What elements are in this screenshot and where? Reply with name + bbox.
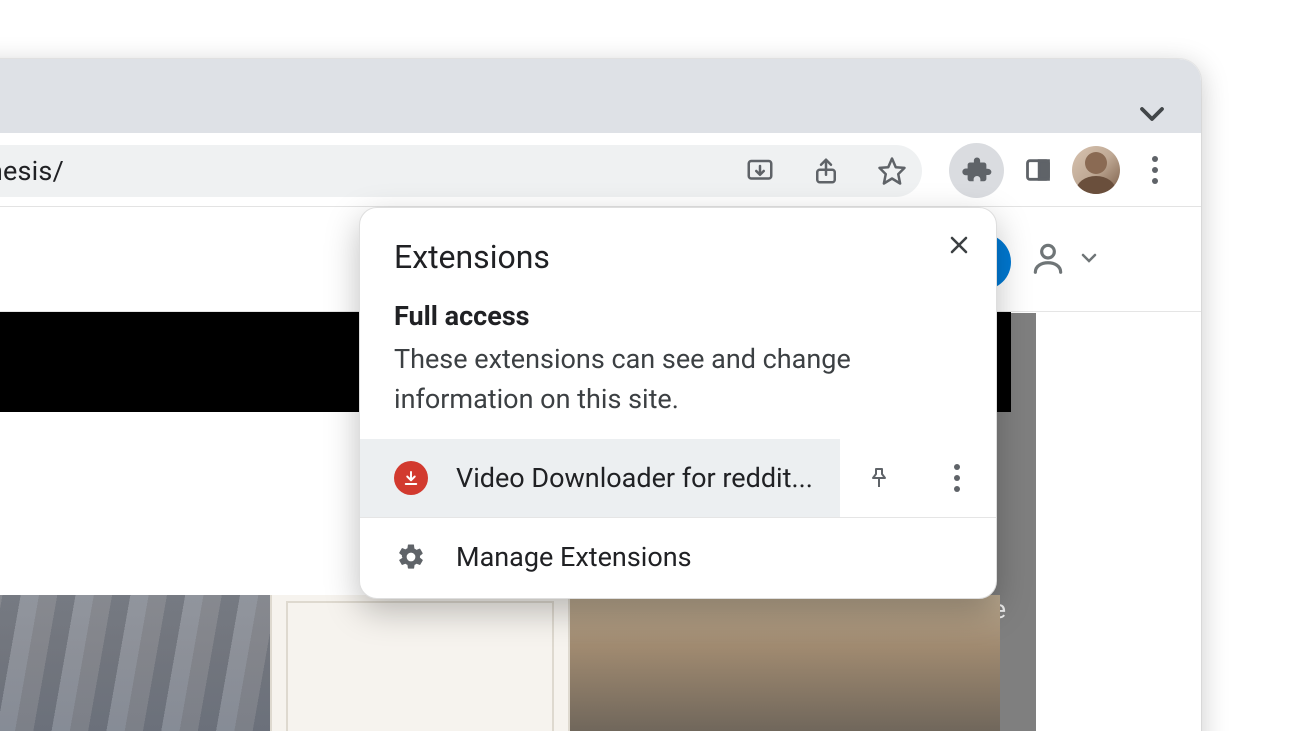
profile-avatar[interactable] (1072, 146, 1120, 194)
address-bar[interactable]: oa/gizmo_doing_battle_with_his_archnemes… (0, 145, 922, 197)
extensions-title: Extensions (394, 238, 962, 276)
install-pwa-icon[interactable] (740, 156, 780, 186)
gear-icon (394, 540, 428, 574)
user-menu[interactable] (1029, 239, 1101, 281)
extensions-button[interactable] (949, 143, 1004, 198)
manage-extensions-label: Manage Extensions (456, 541, 692, 573)
url-text: oa/gizmo_doing_battle_with_his_archnemes… (0, 155, 64, 187)
extension-more-button[interactable] (918, 439, 996, 517)
full-access-heading: Full access (394, 300, 962, 332)
chevron-down-icon (1077, 246, 1101, 274)
bookmark-star-icon[interactable] (872, 156, 912, 186)
pin-extension-button[interactable] (840, 439, 918, 517)
video-thumbnail[interactable] (0, 595, 1000, 731)
extension-item-name: Video Downloader for reddit... (456, 462, 813, 494)
tablist-chevron-down-icon[interactable] (1137, 99, 1167, 129)
tab-strip (0, 59, 1201, 133)
side-panel-icon[interactable] (1009, 142, 1066, 199)
full-access-description: These extensions can see and change info… (394, 340, 962, 420)
share-icon[interactable] (806, 156, 846, 186)
close-button[interactable] (940, 226, 978, 264)
extensions-popup: Extensions Full access These extensions … (359, 207, 997, 599)
browser-menu-button[interactable] (1126, 142, 1183, 199)
extension-item[interactable]: Video Downloader for reddit... (360, 439, 840, 517)
manage-extensions-button[interactable]: Manage Extensions (360, 518, 996, 598)
extension-row: Video Downloader for reddit... (360, 438, 996, 518)
browser-toolbar: oa/gizmo_doing_battle_with_his_archnemes… (0, 133, 1201, 207)
user-icon (1029, 239, 1067, 281)
extension-item-icon (394, 461, 428, 495)
